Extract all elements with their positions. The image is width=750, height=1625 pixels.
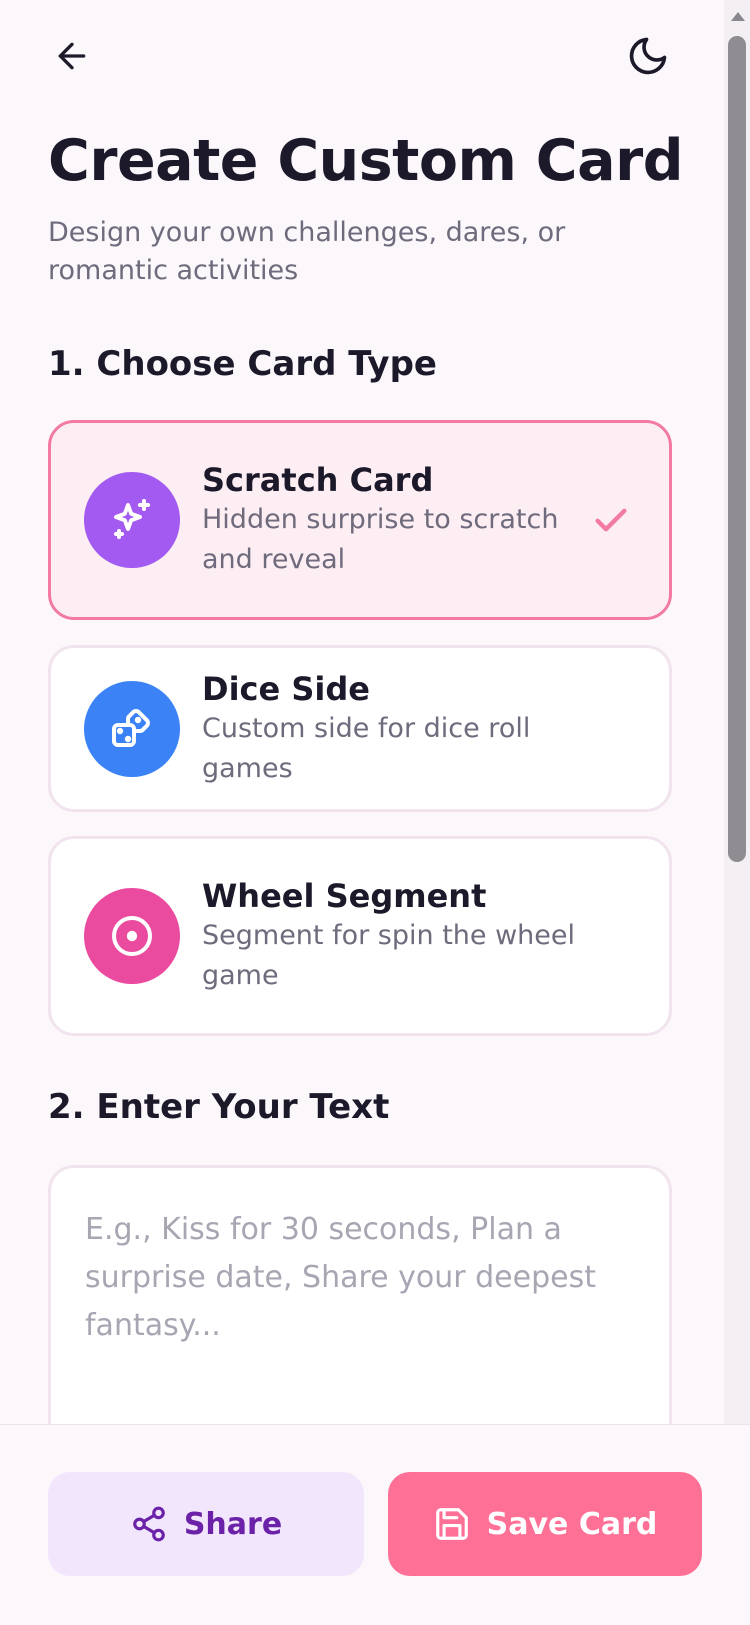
card-type-text: Scratch Card Hidden surprise to scratch … [202, 460, 582, 580]
card-type-title: Wheel Segment [202, 877, 487, 915]
scroll-up-arrow-icon[interactable] [731, 12, 745, 21]
card-type-icon-badge [84, 680, 180, 777]
scrollbar-thumb[interactable] [728, 36, 746, 862]
moon-icon [629, 37, 667, 75]
sparkles-icon [114, 499, 150, 539]
card-type-icon-badge [84, 472, 180, 568]
scroll-content: Create Custom Card Design your own chall… [0, 0, 724, 1424]
card-type-description: Hidden surprise to scratch and reveal [202, 504, 559, 575]
scrollbar[interactable] [724, 0, 750, 1424]
share-button-label: Share [183, 1506, 283, 1542]
card-type-description: Custom side for dice roll games [202, 712, 531, 784]
dice-icon [112, 708, 150, 747]
page-title: Create Custom Card [48, 128, 684, 194]
save-button-label: Save Card [486, 1506, 658, 1542]
card-type-option-dice[interactable]: Dice Side Custom side for dice roll game… [48, 645, 672, 812]
card-type-text: Dice Side Custom side for dice roll game… [202, 669, 622, 789]
back-button[interactable] [44, 28, 100, 84]
card-text-input[interactable] [48, 1165, 672, 1424]
check-icon [595, 508, 627, 532]
card-type-option-scratch[interactable]: Scratch Card Hidden surprise to scratch … [48, 420, 672, 620]
card-type-text: Wheel Segment Segment for spin the wheel… [202, 876, 582, 996]
save-card-button[interactable]: Save Card [388, 1472, 702, 1576]
card-type-title: Dice Side [202, 669, 370, 708]
save-icon [435, 1508, 468, 1540]
target-circle-icon [112, 916, 152, 956]
card-type-title: Scratch Card [202, 461, 434, 499]
section-heading-card-type: 1. Choose Card Type [48, 344, 437, 384]
card-type-icon-badge [84, 888, 180, 984]
bottom-action-bar: Share Save Card [0, 1424, 750, 1625]
share-icon [132, 1506, 165, 1542]
arrow-left-icon [58, 42, 86, 70]
page-subtitle: Design your own challenges, dares, or ro… [48, 217, 566, 286]
section-heading-text: 2. Enter Your Text [48, 1087, 390, 1127]
share-button[interactable]: Share [48, 1472, 364, 1576]
card-type-option-wheel[interactable]: Wheel Segment Segment for spin the wheel… [48, 836, 672, 1036]
card-type-description: Segment for spin the wheel game [202, 920, 576, 991]
theme-toggle-button[interactable] [620, 28, 676, 84]
